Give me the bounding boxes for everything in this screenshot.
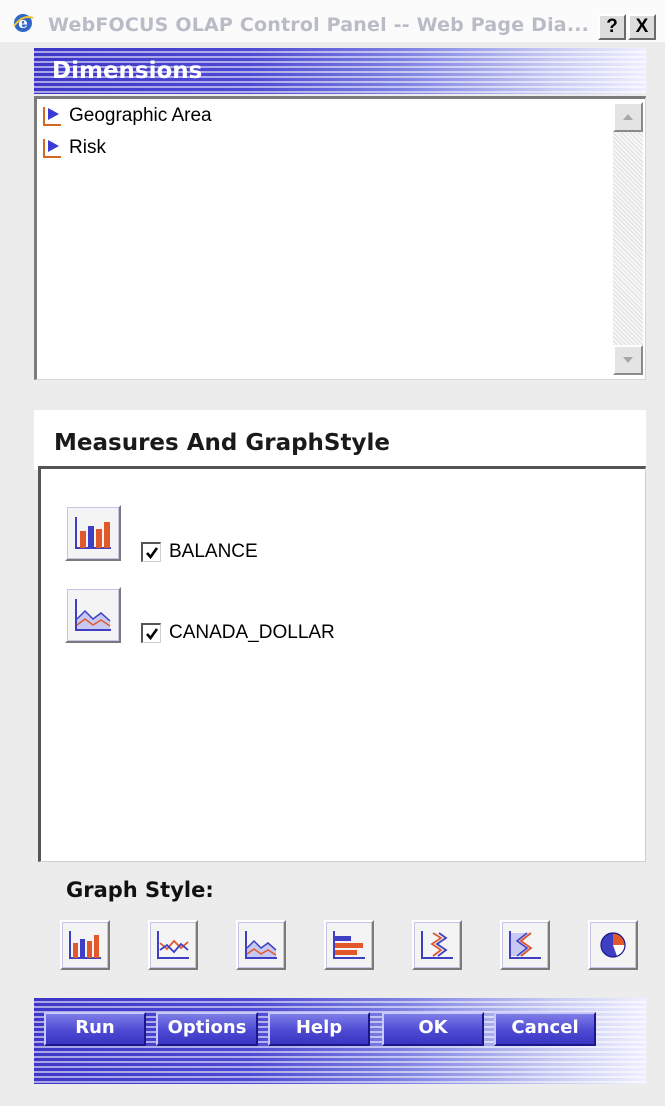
checkmark-icon bbox=[145, 546, 158, 559]
graph-style-line-button[interactable] bbox=[148, 920, 198, 970]
measure-row-canada-dollar: CANADA_DOLLAR bbox=[141, 622, 335, 644]
checkmark-icon bbox=[145, 627, 158, 640]
vertical-area-chart-icon bbox=[509, 931, 541, 959]
options-button[interactable]: Options bbox=[156, 1012, 258, 1046]
ok-button[interactable]: OK bbox=[382, 1012, 484, 1046]
dimension-triangle-icon bbox=[43, 107, 61, 126]
bar-chart-icon bbox=[75, 517, 111, 549]
dimensions-title: Dimensions bbox=[52, 58, 203, 84]
vertical-bar-chart-icon bbox=[69, 931, 101, 959]
balance-graph-style-button[interactable] bbox=[65, 505, 121, 561]
pie-chart-icon bbox=[600, 932, 626, 958]
title-bar: e WebFOCUS OLAP Control Panel -- Web Pag… bbox=[0, 0, 665, 42]
graph-style-horizontal-bar-button[interactable] bbox=[324, 920, 374, 970]
window-title: WebFOCUS OLAP Control Panel -- Web Page … bbox=[48, 14, 590, 36]
close-title-button[interactable]: X bbox=[628, 14, 656, 40]
scroll-up-button[interactable] bbox=[613, 102, 643, 132]
measure-label: BALANCE bbox=[169, 541, 258, 562]
dimensions-scrollbar[interactable] bbox=[613, 102, 643, 375]
vertical-line-chart-icon bbox=[421, 931, 453, 959]
cancel-button[interactable]: Cancel bbox=[494, 1012, 596, 1046]
graph-style-vertical-line-button[interactable] bbox=[412, 920, 462, 970]
dimension-item-risk[interactable]: Risk bbox=[41, 135, 106, 161]
area-chart-icon bbox=[245, 931, 277, 959]
measures-panel: BALANCE CANADA_DOLLAR bbox=[38, 466, 646, 862]
dimension-triangle-icon bbox=[43, 139, 61, 158]
scroll-down-arrow-icon bbox=[623, 357, 633, 363]
graph-style-label: Graph Style: bbox=[66, 878, 214, 902]
internet-explorer-icon: e bbox=[13, 14, 34, 32]
dimension-label: Geographic Area bbox=[69, 105, 212, 126]
graph-style-area-button[interactable] bbox=[236, 920, 286, 970]
dimensions-list[interactable]: Geographic Area Risk bbox=[34, 96, 646, 380]
measure-label: CANADA_DOLLAR bbox=[169, 622, 335, 643]
graph-style-vertical-area-button[interactable] bbox=[500, 920, 550, 970]
dimension-item-geographic-area[interactable]: Geographic Area bbox=[41, 103, 212, 129]
dimensions-header: Dimensions bbox=[34, 48, 646, 94]
area-chart-icon bbox=[75, 599, 111, 631]
line-chart-icon bbox=[157, 931, 189, 959]
canada-dollar-checkbox[interactable] bbox=[141, 623, 161, 643]
help-title-button[interactable]: ? bbox=[598, 14, 626, 40]
measures-header: Measures And GraphStyle bbox=[34, 410, 646, 470]
run-button[interactable]: Run bbox=[44, 1012, 146, 1046]
measure-row-balance: BALANCE bbox=[141, 541, 258, 563]
help-button[interactable]: Help bbox=[268, 1012, 370, 1046]
scroll-up-arrow-icon bbox=[623, 114, 633, 120]
horizontal-bar-chart-icon bbox=[333, 931, 365, 959]
balance-checkbox[interactable] bbox=[141, 542, 161, 562]
dimension-label: Risk bbox=[69, 137, 106, 158]
canada-dollar-graph-style-button[interactable] bbox=[65, 587, 121, 643]
scroll-down-button[interactable] bbox=[613, 345, 643, 375]
graph-style-vertical-bar-button[interactable] bbox=[60, 920, 110, 970]
measures-title: Measures And GraphStyle bbox=[54, 430, 390, 456]
graph-style-pie-button[interactable] bbox=[588, 920, 638, 970]
